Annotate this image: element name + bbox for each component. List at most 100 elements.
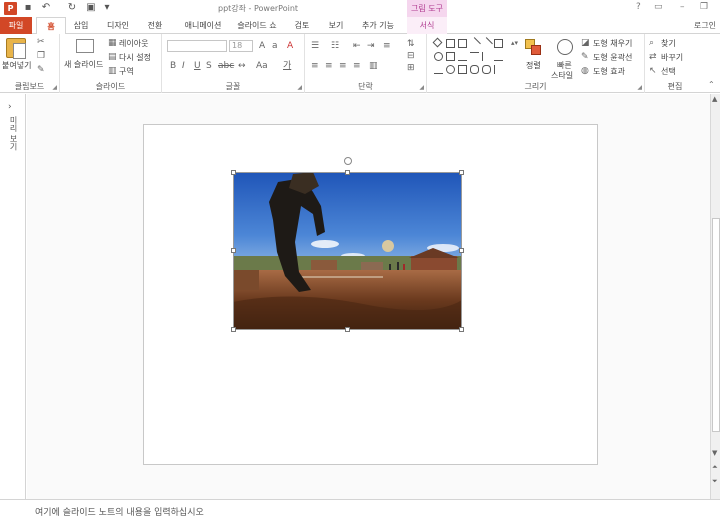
shape-textbox-v-icon[interactable] [458,39,467,48]
tab-addins[interactable]: 추가 기능 [358,17,398,34]
find-button[interactable]: 찾기 [661,38,676,49]
align-center-icon[interactable]: ≡ [325,61,333,71]
clipboard-launcher-icon[interactable]: ◢ [52,84,57,91]
justify-icon[interactable]: ≡ [353,61,361,71]
increase-indent-icon[interactable]: ⇥ [367,41,375,51]
shapes-more-icon[interactable]: ▴▾ [511,38,518,48]
shape-oval-icon[interactable] [434,52,443,61]
tab-insert[interactable]: 삽입 [68,17,94,34]
replace-button[interactable]: 바꾸기 [661,52,683,63]
copy-icon[interactable]: ❐ [37,51,45,61]
align-right-icon[interactable]: ≡ [339,61,347,71]
ribbon-options-icon[interactable]: ▭ [654,2,663,12]
shape-corner-icon[interactable] [482,52,491,61]
shape-circle-icon[interactable] [446,65,455,74]
shape-line-icon[interactable] [468,37,481,50]
shape-rect-icon[interactable] [494,39,503,48]
scroll-thumb[interactable] [712,218,720,432]
tab-design[interactable]: 디자인 [101,17,135,34]
section-button[interactable]: 구역 [119,66,134,77]
shape-down-arrow-icon[interactable] [434,65,443,74]
shape-curve-icon[interactable] [470,65,479,74]
tab-file[interactable]: 파일 [0,17,32,34]
shape-effects-button[interactable]: 도형 효과 [593,66,625,77]
arrange-icon[interactable] [525,39,541,55]
help-button[interactable]: ? [636,2,641,12]
vertical-scrollbar[interactable]: ▲ ▼ ⏶ ⏷ [710,94,720,499]
font-name-combo[interactable] [167,40,227,52]
bold-icon[interactable]: B [170,61,176,71]
change-case-icon[interactable]: Aa [256,61,268,71]
thumbnails-label[interactable]: 미리 보기 [7,116,19,151]
paste-button[interactable]: 붙여넣기 [2,60,31,71]
resize-handle-bl[interactable] [231,327,236,332]
tab-view[interactable]: 보기 [324,17,348,34]
redo-icon[interactable]: ↻ [66,2,78,14]
shape-rect3-icon[interactable] [458,65,467,74]
shape-wave-icon[interactable] [482,65,491,74]
shape-elbow-icon[interactable] [470,52,479,61]
prev-slide-icon[interactable]: ⏶ [712,463,718,472]
char-spacing-icon[interactable]: ↔ [238,61,246,71]
shrink-font-icon[interactable]: a [272,41,278,51]
italic-icon[interactable]: I [182,61,185,71]
shape-arrow-icon[interactable] [480,37,493,50]
shadow-icon[interactable]: S [206,61,212,71]
expand-panel-icon[interactable]: › [8,102,12,112]
layout-button[interactable]: 레이아웃 [119,38,148,49]
quick-styles-button-2[interactable]: 스타일 [551,70,573,81]
format-painter-icon[interactable]: ✎ [37,65,45,75]
tab-review[interactable]: 검토 [290,17,314,34]
font-size-combo[interactable]: 18 [229,40,253,52]
next-slide-icon[interactable]: ⏷ [712,477,718,486]
font-color-icon[interactable]: 가 [283,61,291,71]
align-text-icon[interactable]: ⊟ [407,51,415,61]
notes-placeholder[interactable]: 여기에 슬라이드 노트의 내용을 입력하십시오 [35,505,204,518]
resize-handle-b[interactable] [345,327,350,332]
line-spacing-icon[interactable]: ≡ [383,41,391,51]
shape-fill-button[interactable]: 도형 채우기 [593,38,632,49]
paste-icon[interactable] [6,38,26,59]
start-slideshow-icon[interactable]: ▣ [85,2,97,14]
resize-handle-l[interactable] [231,248,236,253]
resize-handle-t[interactable] [345,170,350,175]
login-link[interactable]: 로그인 [694,17,716,34]
cut-icon[interactable]: ✂ [37,37,45,47]
tab-home[interactable]: 홈 [36,17,66,35]
shape-outline-button[interactable]: 도형 윤곽선 [593,52,632,63]
strikethrough-icon[interactable]: abc [218,61,234,71]
resize-handle-tl[interactable] [231,170,236,175]
columns-icon[interactable]: ▥ [369,61,378,71]
shape-triangle-icon[interactable] [458,52,467,61]
smartart-icon[interactable]: ⊞ [407,63,415,73]
new-slide-icon[interactable] [76,39,94,53]
tab-format[interactable]: 서식 [407,17,447,34]
restore-icon[interactable]: ❐ [700,2,708,12]
bullets-icon[interactable]: ☰ [311,41,319,51]
resize-handle-tr[interactable] [459,170,464,175]
font-launcher-icon[interactable]: ◢ [297,84,302,91]
shapes-gallery[interactable] [432,37,510,79]
underline-icon[interactable]: U [194,61,201,71]
tab-slideshow[interactable]: 슬라이드 쇼 [234,17,280,34]
new-slide-button[interactable]: 새 슬라이드 [64,59,103,70]
align-left-icon[interactable]: ≡ [311,61,319,71]
grow-font-icon[interactable]: A [259,41,265,51]
collapse-ribbon-icon[interactable]: ⌃ [708,80,715,90]
text-direction-icon[interactable]: ⇅ [407,39,415,49]
arrange-button[interactable]: 정렬 [526,60,541,71]
resize-handle-r[interactable] [459,248,464,253]
rotate-handle[interactable] [344,157,352,165]
reset-button[interactable]: 다시 설정 [119,52,151,63]
tab-transitions[interactable]: 전환 [142,17,168,34]
notes-pane[interactable]: 여기에 슬라이드 노트의 내용을 입력하십시오 [0,499,720,522]
quick-styles-icon[interactable] [557,39,573,55]
shape-diamond-icon[interactable] [432,37,443,48]
save-icon[interactable]: ▪ [22,2,34,14]
shape-arrow2-icon[interactable] [494,52,503,61]
shape-brace-icon[interactable] [494,65,503,74]
minimize-icon[interactable]: – [680,2,685,12]
clear-format-icon[interactable]: A [287,41,293,51]
decrease-indent-icon[interactable]: ⇤ [353,41,361,51]
drawing-launcher-icon[interactable]: ◢ [637,84,642,91]
